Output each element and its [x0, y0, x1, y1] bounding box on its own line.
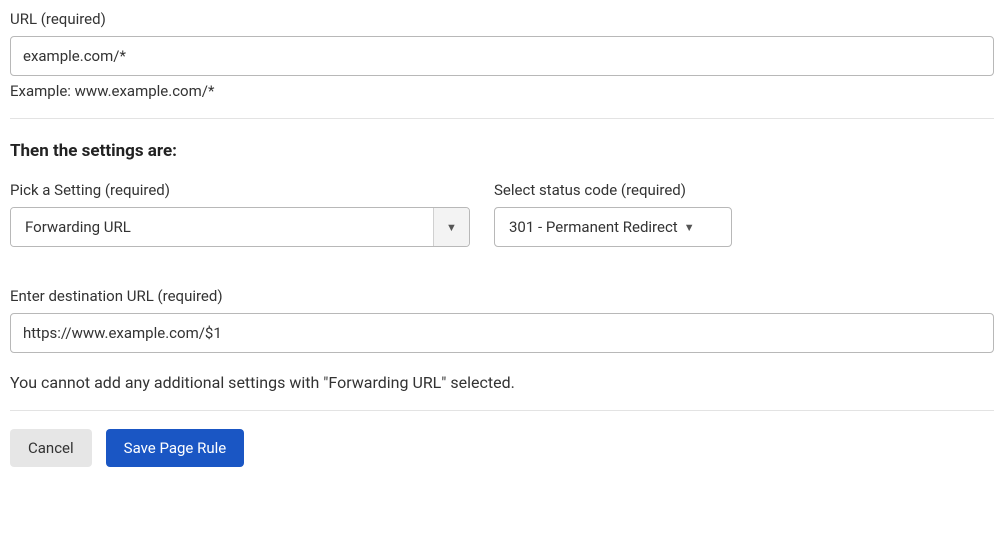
status-code-label: Select status code (required) [494, 181, 732, 199]
destination-label: Enter destination URL (required) [10, 287, 994, 305]
chevron-down-icon: ▼ [684, 222, 695, 233]
pick-setting-dropdown-button[interactable]: ▼ [433, 208, 469, 246]
cancel-button[interactable]: Cancel [10, 429, 92, 467]
settings-heading: Then the settings are: [10, 141, 994, 161]
chevron-down-icon: ▼ [446, 222, 457, 233]
info-text: You cannot add any additional settings w… [10, 373, 994, 392]
pick-setting-label: Pick a Setting (required) [10, 181, 470, 199]
divider [10, 118, 994, 119]
pick-setting-select[interactable]: Forwarding URL ▼ [10, 207, 470, 247]
pick-setting-value: Forwarding URL [11, 208, 433, 246]
url-helper-text: Example: www.example.com/* [10, 82, 994, 100]
destination-input[interactable] [10, 313, 994, 353]
url-label: URL (required) [10, 10, 994, 28]
divider [10, 410, 994, 411]
status-code-value: 301 - Permanent Redirect [509, 218, 678, 236]
save-page-rule-button[interactable]: Save Page Rule [106, 429, 245, 467]
status-code-select[interactable]: 301 - Permanent Redirect ▼ [494, 207, 732, 247]
url-input[interactable] [10, 36, 994, 76]
